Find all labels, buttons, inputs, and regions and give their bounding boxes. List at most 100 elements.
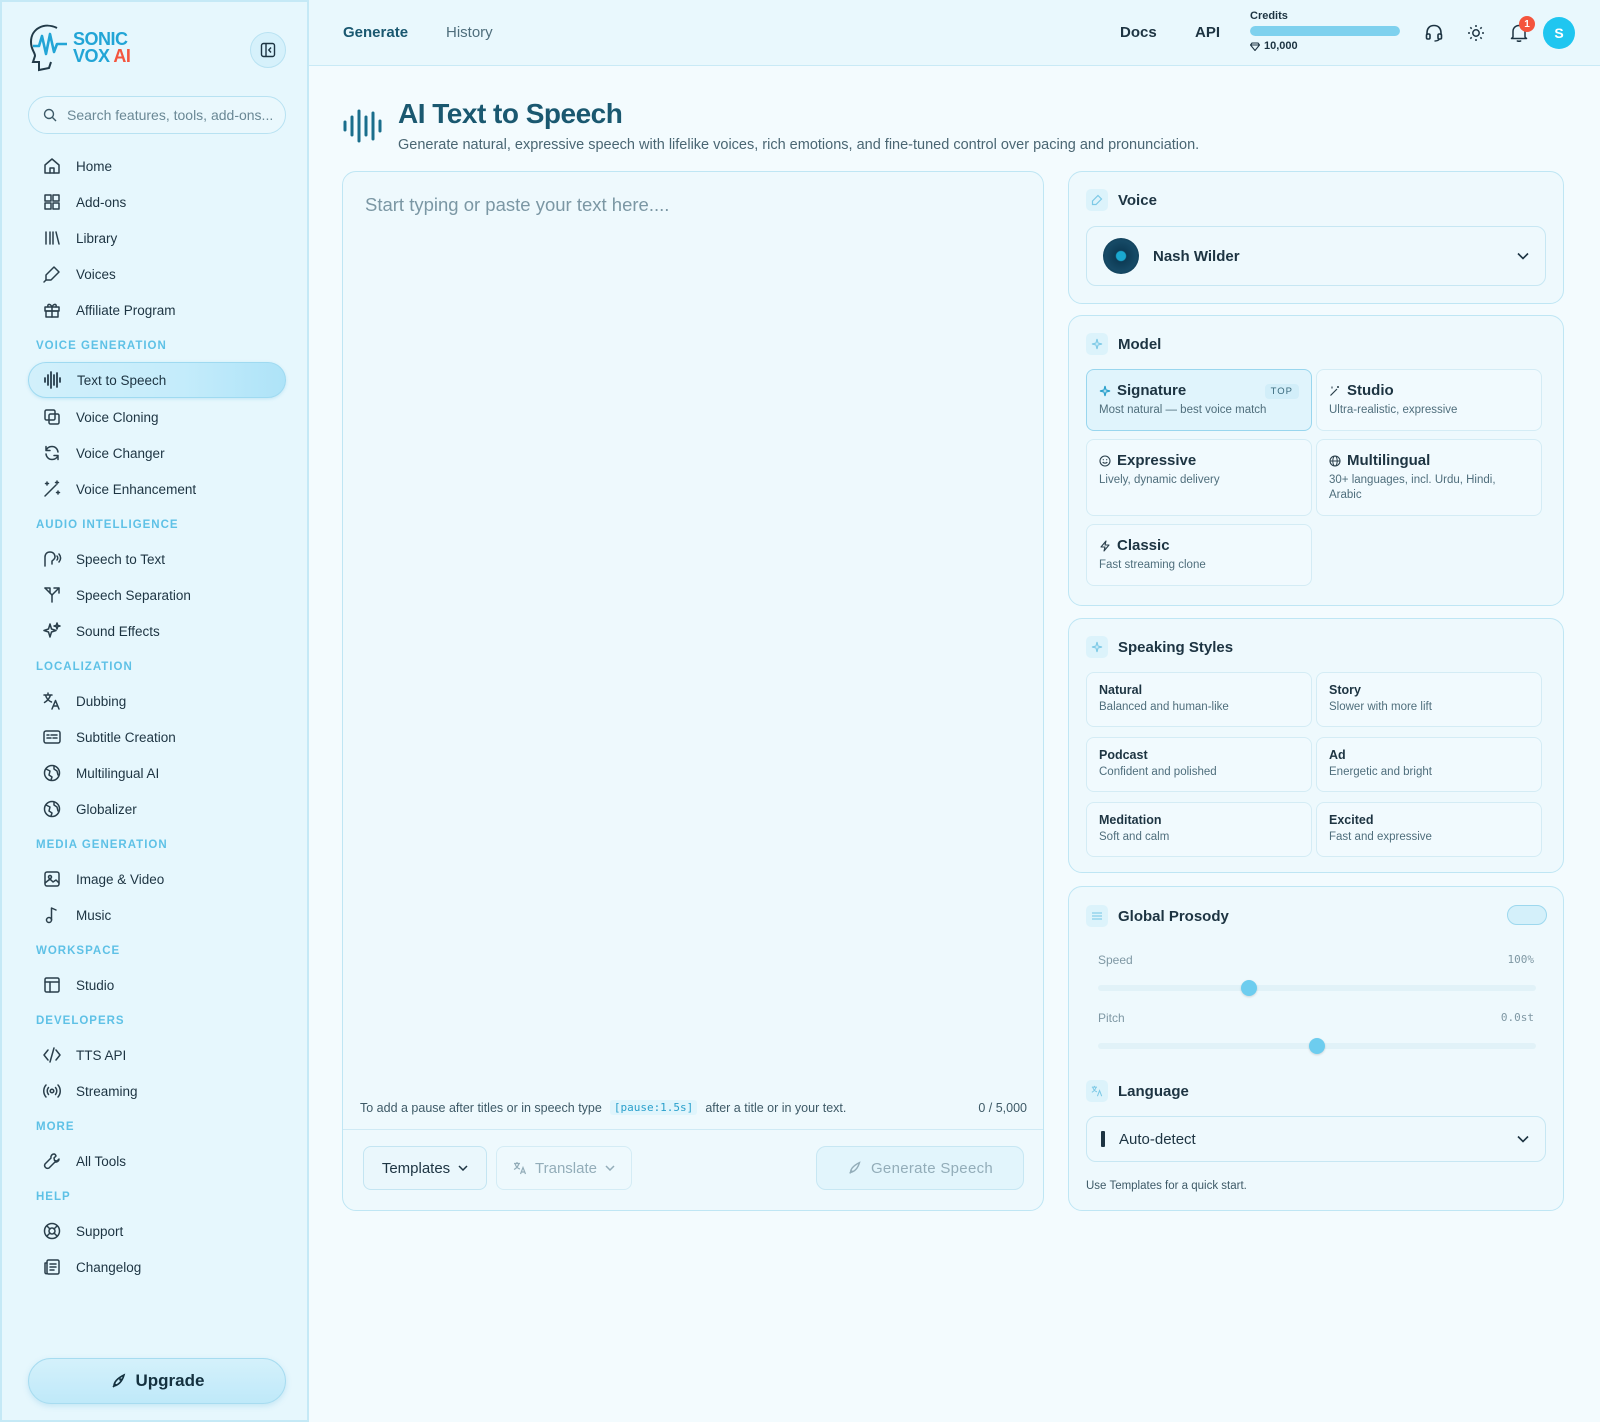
- model-option-studio[interactable]: Studio Ultra-realistic, expressive: [1316, 369, 1542, 431]
- styles-panel-header: Speaking Styles: [1086, 636, 1233, 658]
- model-name-row: Classic: [1099, 537, 1299, 554]
- sidebar-item-text-to-speech[interactable]: Text to Speech: [28, 362, 286, 398]
- model-option-signature[interactable]: Signature Most natural — best voice matc…: [1086, 369, 1312, 431]
- language-title: Language: [1118, 1082, 1189, 1100]
- sidebar-item-label: Text to Speech: [77, 372, 167, 388]
- model-panel-title: Model: [1118, 335, 1162, 353]
- docs-link[interactable]: Docs: [1120, 24, 1157, 41]
- sidebar-item-label: Speech to Text: [76, 551, 166, 567]
- style-description: Energetic and bright: [1329, 766, 1432, 778]
- tab-generate[interactable]: Generate: [343, 24, 408, 41]
- sidebar-item-voices[interactable]: Voices: [28, 256, 286, 292]
- model-description: Most natural — best voice match: [1099, 404, 1267, 416]
- sidebar-item-tts-api[interactable]: TTS API: [28, 1037, 286, 1073]
- sidebar-item-changelog[interactable]: Changelog: [28, 1249, 286, 1285]
- support-headset-button[interactable]: [1422, 21, 1446, 45]
- tab-history[interactable]: History: [446, 24, 493, 41]
- generate-speech-button[interactable]: Generate Speech: [816, 1146, 1024, 1190]
- sidebar-item-studio[interactable]: Studio: [28, 967, 286, 1003]
- templates-label: Templates: [381, 1159, 451, 1177]
- speed-slider[interactable]: [1098, 980, 1536, 996]
- logo-wordmark: SONIC VOX AI: [73, 29, 131, 66]
- credits-bar: [1250, 26, 1400, 36]
- sidebar-item-support[interactable]: Support: [28, 1213, 286, 1249]
- brand-logo[interactable]: SONIC VOX AI: [27, 22, 131, 74]
- style-option-natural[interactable]: Natural Balanced and human-like: [1086, 672, 1312, 727]
- model-panel-header: Model: [1086, 333, 1161, 355]
- collapse-sidebar-button[interactable]: [250, 32, 286, 68]
- waveform-icon: [342, 108, 382, 144]
- user-avatar[interactable]: S: [1543, 17, 1575, 49]
- sidebar-section-localization: LOCALIZATION: [36, 661, 133, 673]
- voice-avatar: [1103, 238, 1139, 274]
- style-option-story[interactable]: Story Slower with more lift: [1316, 672, 1542, 727]
- style-option-ad[interactable]: Ad Energetic and bright: [1316, 737, 1542, 792]
- styles-panel-title: Speaking Styles: [1118, 638, 1234, 656]
- wand-icon: [1329, 385, 1341, 397]
- style-option-excited[interactable]: Excited Fast and expressive: [1316, 802, 1542, 857]
- sidebar-item-label: Streaming: [76, 1083, 138, 1099]
- gift-icon: [42, 300, 62, 320]
- api-link[interactable]: API: [1195, 24, 1220, 41]
- sparkles-icon: [42, 621, 62, 641]
- sidebar-item-library[interactable]: Library: [28, 220, 286, 256]
- sidebar-item-sound-effects[interactable]: Sound Effects: [28, 613, 286, 649]
- sidebar-item-globalizer[interactable]: Globalizer: [28, 791, 286, 827]
- sidebar-item-label: Sound Effects: [76, 623, 160, 639]
- style-option-podcast[interactable]: Podcast Confident and polished: [1086, 737, 1312, 792]
- pitch-slider[interactable]: [1098, 1038, 1536, 1054]
- sparkle-icon: [1086, 333, 1108, 355]
- sliders-icon: [1086, 905, 1108, 927]
- model-description: Fast streaming clone: [1099, 559, 1206, 571]
- pause-hint: To add a pause after titles or in speech…: [360, 1100, 846, 1115]
- templates-button[interactable]: Templates: [363, 1146, 487, 1190]
- voice-panel-header: Voice: [1086, 189, 1157, 211]
- translate-button[interactable]: Translate: [496, 1146, 632, 1190]
- sidebar-item-label: Globalizer: [76, 801, 137, 817]
- sidebar-item-voice-changer[interactable]: Voice Changer: [28, 435, 286, 471]
- theme-toggle-button[interactable]: [1464, 21, 1488, 45]
- notification-badge: 1: [1519, 16, 1535, 32]
- sidebar-item-image-video[interactable]: Image & Video: [28, 861, 286, 897]
- sidebar-item-dubbing[interactable]: Dubbing: [28, 683, 286, 719]
- chevron-down-icon: [605, 1165, 615, 1171]
- model-option-expressive[interactable]: Expressive Lively, dynamic delivery: [1086, 439, 1312, 516]
- model-name-row: Expressive: [1099, 452, 1299, 469]
- sidebar-item-subtitle-creation[interactable]: Subtitle Creation: [28, 719, 286, 755]
- sidebar-item-multilingual-ai[interactable]: Multilingual AI: [28, 755, 286, 791]
- microphone-icon: [1086, 189, 1108, 211]
- sidebar-item-label: Multilingual AI: [76, 765, 160, 781]
- sidebar-item-all-tools[interactable]: All Tools: [28, 1143, 286, 1179]
- model-description: Lively, dynamic delivery: [1099, 474, 1220, 486]
- globe-icon: [42, 799, 62, 819]
- search-input[interactable]: [67, 107, 277, 123]
- model-name: Multilingual: [1347, 452, 1431, 469]
- voice-selector[interactable]: Nash Wilder: [1086, 226, 1546, 286]
- sidebar-item-label: Affiliate Program: [76, 302, 176, 318]
- model-name: Studio: [1347, 382, 1394, 399]
- language-selector[interactable]: Auto-detect: [1086, 1116, 1546, 1162]
- sidebar-item-streaming[interactable]: Streaming: [28, 1073, 286, 1109]
- sidebar-item-speech-to-text[interactable]: Speech to Text: [28, 541, 286, 577]
- sidebar-item-speech-separation[interactable]: Speech Separation: [28, 577, 286, 613]
- sidebar-item-music[interactable]: Music: [28, 897, 286, 933]
- pitch-slider-thumb[interactable]: [1309, 1038, 1325, 1054]
- addons-icon: [42, 192, 62, 212]
- model-option-classic[interactable]: Classic Fast streaming clone: [1086, 524, 1312, 586]
- sidebar-item-add-ons[interactable]: Add-ons: [28, 184, 286, 220]
- sidebar-item-affiliate-program[interactable]: Affiliate Program: [28, 292, 286, 328]
- translate-icon: [42, 691, 62, 711]
- search-bar[interactable]: [28, 96, 286, 134]
- model-option-multilingual[interactable]: Multilingual 30+ languages, incl. Urdu, …: [1316, 439, 1542, 516]
- style-option-meditation[interactable]: Meditation Soft and calm: [1086, 802, 1312, 857]
- text-input-area[interactable]: [365, 194, 1015, 1054]
- upgrade-button[interactable]: Upgrade: [28, 1358, 286, 1404]
- sidebar-item-home[interactable]: Home: [28, 148, 286, 184]
- notifications-button[interactable]: 1: [1507, 16, 1535, 45]
- speed-value: 100%: [1507, 953, 1535, 966]
- speed-slider-thumb[interactable]: [1241, 980, 1258, 996]
- sidebar-item-voice-cloning[interactable]: Voice Cloning: [28, 399, 286, 435]
- sidebar-item-voice-enhancement[interactable]: Voice Enhancement: [28, 471, 286, 507]
- prosody-toggle[interactable]: [1507, 905, 1547, 925]
- model-name: Classic: [1117, 537, 1170, 554]
